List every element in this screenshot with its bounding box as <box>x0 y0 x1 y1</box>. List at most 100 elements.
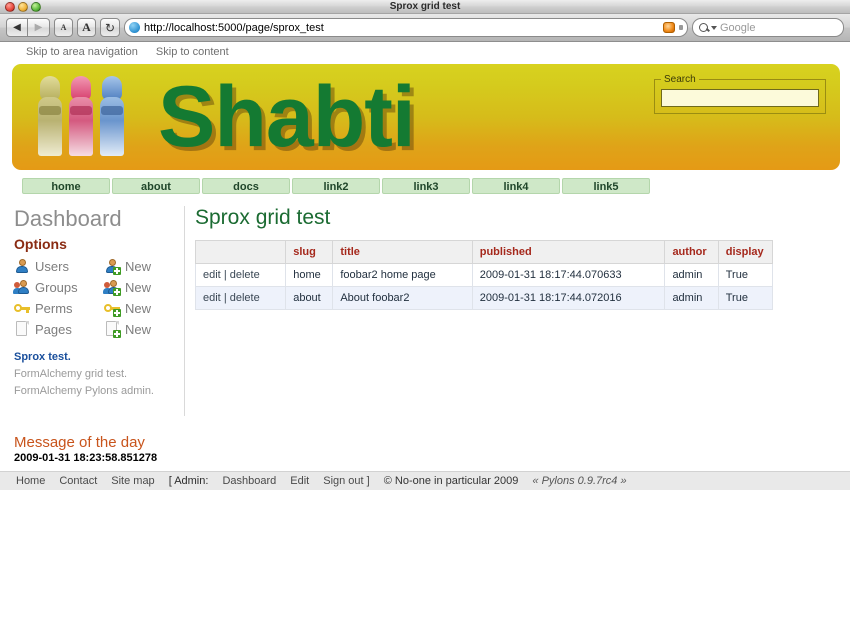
browser-toolbar: ◀ ▶ A A ↻ http://localhost:5000/page/spr… <box>0 14 850 42</box>
cell-slug: about <box>285 286 334 310</box>
column-header-title[interactable]: title <box>332 240 473 264</box>
nav-item-home[interactable]: home <box>22 178 110 194</box>
actions-separator: | <box>223 292 227 304</box>
address-bar[interactable]: http://localhost:5000/page/sprox_test <box>124 18 688 37</box>
delete-link[interactable]: delete <box>230 292 260 304</box>
motd-timestamp: 2009-01-31 18:23:58.851278 <box>14 452 158 464</box>
rss-icon[interactable] <box>663 22 675 33</box>
nav-item-link5[interactable]: link5 <box>562 178 650 194</box>
search-icon <box>699 23 708 32</box>
footer-link-home[interactable]: Home <box>16 475 45 487</box>
actions-separator: | <box>223 269 227 281</box>
key-icon <box>14 300 30 316</box>
column-header-author[interactable]: author <box>664 240 719 264</box>
sidebar-item-groups-new[interactable]: New <box>103 279 194 296</box>
window-titlebar: Sprox grid test <box>0 0 850 14</box>
footer-powered-by: « Pylons 0.9.7rc4 » <box>532 475 627 487</box>
sidebar-item-pages[interactable]: Pages <box>14 321 104 337</box>
cell-title: About foobar2 <box>332 286 473 310</box>
main-navigation: home about docs link2 link3 link4 link5 <box>22 178 850 194</box>
cell-author: admin <box>664 263 719 287</box>
edit-link[interactable]: edit <box>203 292 221 304</box>
cell-display: True <box>717 286 774 310</box>
sidebar-item-groups[interactable]: Groups <box>13 279 104 295</box>
cell-author: admin <box>664 286 719 310</box>
cell-display: True <box>717 263 774 287</box>
user-icon <box>14 258 30 274</box>
footer-admin-label: [ Admin: <box>168 475 209 487</box>
cell-title: foobar2 home page <box>332 263 473 287</box>
message-of-the-day: Message of the day 2009-01-31 18:23:58.8… <box>14 434 850 464</box>
footer-link-sign-out[interactable]: Sign out ] <box>323 475 369 487</box>
sidebar-item-label: Perms <box>35 300 73 316</box>
key-add-icon <box>104 300 121 317</box>
group-icon <box>13 279 30 295</box>
urlbar-grip-icon <box>679 25 683 30</box>
footer-link-contact[interactable]: Contact <box>59 475 97 487</box>
sidebar-item-users-new[interactable]: New <box>104 258 194 275</box>
browser-window: Sprox grid test ◀ ▶ A A ↻ http://localho… <box>0 0 850 490</box>
page-add-icon <box>104 321 121 338</box>
sidebar-item-pages-new[interactable]: New <box>104 321 194 338</box>
sidebar-item-label: Groups <box>35 279 78 295</box>
nav-item-docs[interactable]: docs <box>202 178 290 194</box>
site-search-input[interactable] <box>661 89 819 107</box>
sidebar-title: Dashboard <box>14 206 122 231</box>
sidebar-item-label: Pages <box>35 321 72 337</box>
delete-link[interactable]: delete <box>230 269 260 281</box>
table-row: edit | delete about About foobar2 2009-0… <box>194 286 774 310</box>
cell-published: 2009-01-31 18:17:44.072016 <box>471 286 666 310</box>
sidebar-link-formalchemy-pylons-admin[interactable]: FormAlchemy Pylons admin. <box>14 383 184 400</box>
edit-link[interactable]: edit <box>203 269 221 281</box>
nav-item-link4[interactable]: link4 <box>472 178 560 194</box>
sidebar-item-label: New <box>125 258 152 274</box>
footer-link-sitemap[interactable]: Site map <box>111 475 154 487</box>
sidebar-link-sprox-test[interactable]: Sprox test. <box>14 349 184 366</box>
column-header-published[interactable]: published <box>471 240 666 264</box>
skip-to-area-navigation-link[interactable]: Skip to area navigation <box>26 46 138 58</box>
shabti-figurine-2 <box>67 76 95 156</box>
nav-item-link2[interactable]: link2 <box>292 178 380 194</box>
sprox-grid-table: slug title published author display edit… <box>194 240 774 310</box>
sidebar-links: Sprox test. FormAlchemy grid test. FormA… <box>14 349 184 400</box>
shabti-figurine-1 <box>36 76 64 156</box>
main-content: Sprox grid test slug title published aut… <box>185 206 850 416</box>
page-icon <box>14 321 30 337</box>
table-row: edit | delete home foobar2 home page 200… <box>194 263 774 287</box>
browser-search-field[interactable]: Google <box>692 18 844 37</box>
footer-link-admin-edit[interactable]: Edit <box>290 475 309 487</box>
sidebar-link-formalchemy-grid-test[interactable]: FormAlchemy grid test. <box>14 366 184 383</box>
sidebar: Dashboard Options Users New Groups New P… <box>0 206 185 416</box>
column-header-display[interactable]: display <box>717 240 774 264</box>
browser-search-placeholder: Google <box>720 21 756 34</box>
back-button[interactable]: ◀ <box>6 18 28 37</box>
text-larger-button[interactable]: A <box>77 18 96 37</box>
chevron-down-icon[interactable] <box>711 25 717 30</box>
column-header-slug[interactable]: slug <box>285 240 334 264</box>
shabti-figurines-image <box>36 76 128 156</box>
sidebar-item-users[interactable]: Users <box>14 258 104 274</box>
sidebar-item-perms-new[interactable]: New <box>104 300 194 317</box>
page-columns: Dashboard Options Users New Groups New P… <box>0 206 850 416</box>
column-header-actions[interactable] <box>194 240 287 264</box>
motd-title: Message of the day <box>14 434 145 451</box>
window-title: Sprox grid test <box>389 1 461 12</box>
text-smaller-button[interactable]: A <box>54 18 73 37</box>
footer-copyright: © No-one in particular 2009 <box>383 475 519 487</box>
forward-button[interactable]: ▶ <box>28 18 50 37</box>
site-banner: Shabti Search <box>12 64 840 170</box>
group-add-icon <box>103 279 121 296</box>
nav-item-link3[interactable]: link3 <box>382 178 470 194</box>
cell-slug: home <box>285 263 334 287</box>
nav-button-group: ◀ ▶ <box>6 18 50 37</box>
site-wordmark: Shabti <box>158 69 416 165</box>
reload-button[interactable]: ↻ <box>100 18 120 37</box>
skip-to-content-link[interactable]: Skip to content <box>156 46 229 58</box>
site-search-fieldset: Search <box>654 74 826 114</box>
nav-item-about[interactable]: about <box>112 178 200 194</box>
sidebar-item-perms[interactable]: Perms <box>14 300 104 316</box>
row-actions: edit | delete <box>194 286 287 310</box>
user-add-icon <box>104 258 121 275</box>
row-actions: edit | delete <box>194 263 287 287</box>
footer-link-admin-dashboard[interactable]: Dashboard <box>222 475 276 487</box>
